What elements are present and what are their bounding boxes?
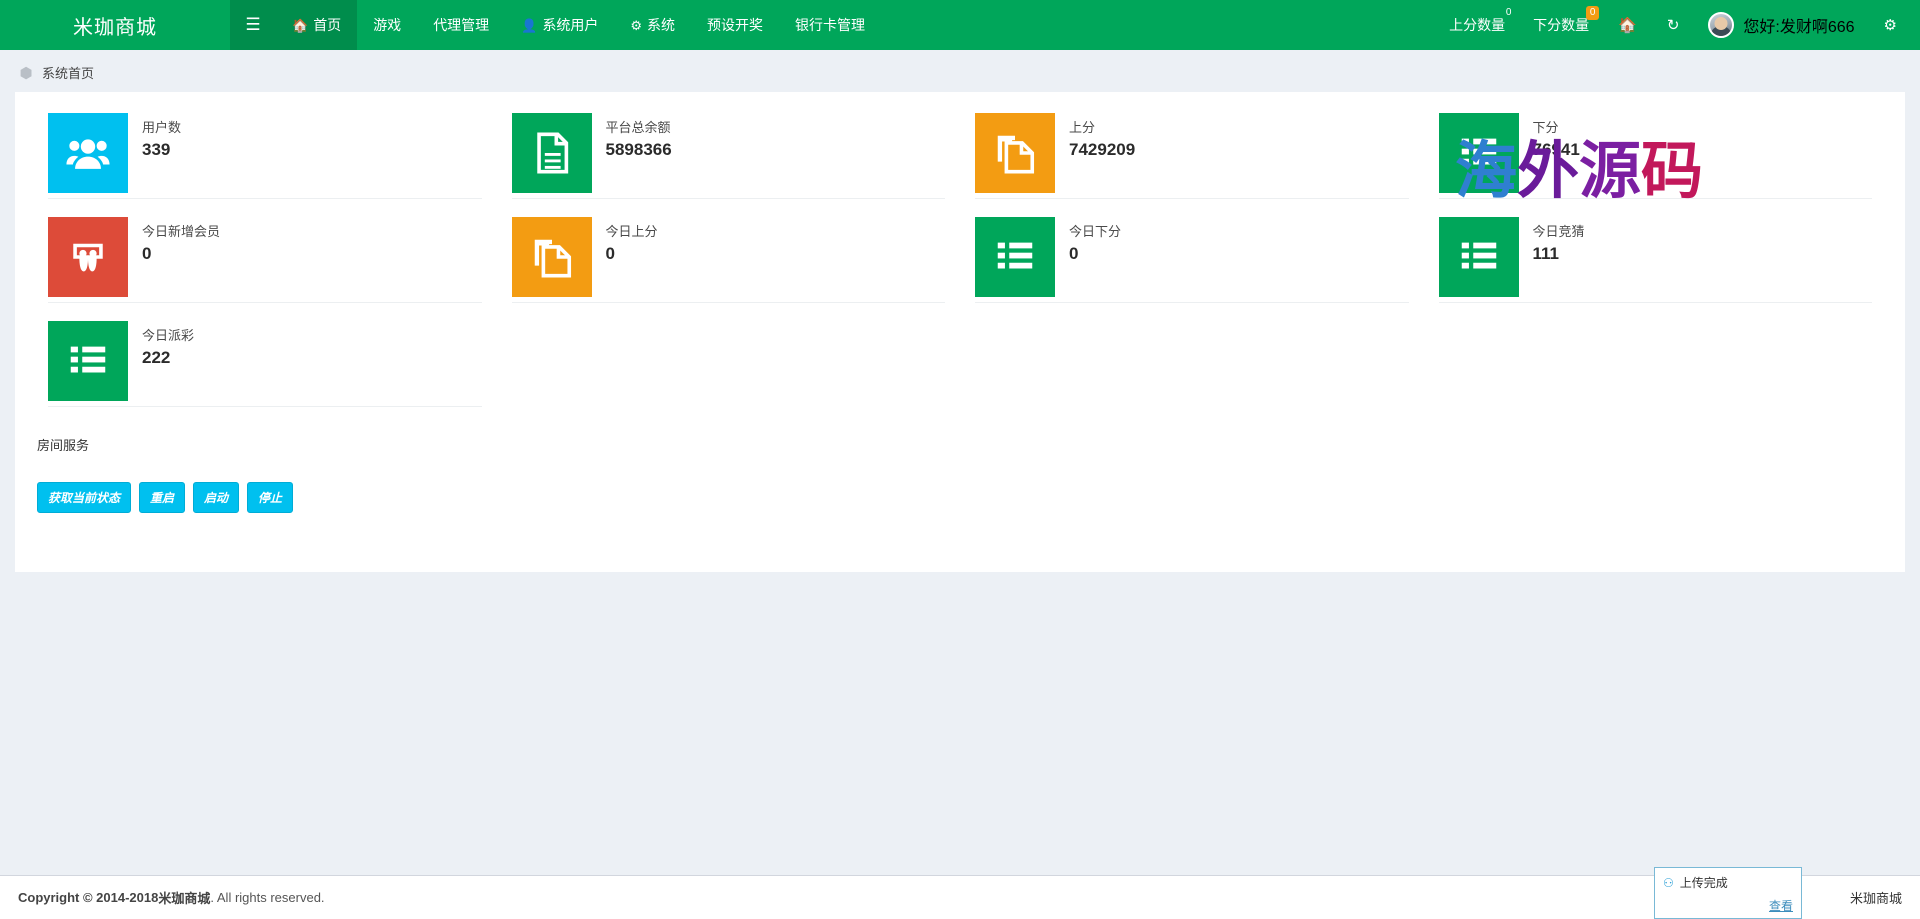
stat-card-platform-balance[interactable]: 平台总余额 5898366 [497,113,961,217]
nav-item-agent-management-label: 代理管理 [433,17,490,33]
stop-button[interactable]: 停止 [247,482,294,513]
gear-icon: ⚙ [630,17,643,33]
nav-item-games[interactable]: 游戏 [357,0,417,50]
files-icon [975,113,1055,193]
list-icon [975,217,1055,297]
nav-item-system-users[interactable]: 👤 系统用户 [505,0,614,50]
stat-card-users-title: 用户数 [142,120,182,135]
footer-rights: . All rights reserved. [210,890,325,905]
upload-toast[interactable]: ⚇ 上传完成 查看 [1654,867,1802,919]
stat-card-down-points-today-value: 0 [1069,244,1079,263]
up-count-badge: 0 [1502,6,1516,20]
main-nav: 🏠 首页 游戏 代理管理 👤 系统用户 ⚙ 系统 预设开奖 银行卡管理 [276,0,881,50]
content-wrapper: ⬢ 系统首页 用户数 339 平台总余额 5898366 上分 7429209 … [0,50,1920,572]
navbar-right: 上分数量 0 下分数量 0 🏠 ↻ 您好:发财啊666 ⚙ [1435,0,1920,50]
room-service-buttons: 获取当前状态 重启 启动 停止 [33,454,1887,513]
upload-toast-view-link[interactable]: 查看 [1663,897,1793,914]
dashboard-panel: 用户数 339 平台总余额 5898366 上分 7429209 下分 7694… [15,92,1905,572]
restart-button[interactable]: 重启 [139,482,186,513]
stat-card-down-points-title: 下分 [1532,120,1559,135]
nav-item-preset-draw-label: 预设开奖 [707,17,764,33]
breadcrumb: ⬢ 系统首页 [0,50,1920,92]
page-title: 系统首页 [42,66,95,81]
list-icon [1438,113,1519,193]
navbar-refresh-button[interactable]: ↻ [1652,0,1695,50]
nav-item-system-users-label: 系统用户 [542,17,599,33]
files-icon [511,217,592,297]
stat-cards-grid: 用户数 339 平台总余额 5898366 上分 7429209 下分 7694… [33,113,1887,425]
stat-card-up-points-today-title: 今日上分 [605,224,658,239]
user-icon: 👤 [521,17,538,33]
stat-card-users[interactable]: 用户数 339 [33,113,497,217]
nav-item-home-label: 首页 [313,17,342,33]
gears-icon: ⚙ [1883,17,1897,34]
stat-card-bets-today-value: 111 [1532,244,1560,263]
home-icon: 🏠 [1618,17,1637,34]
stat-card-users-value: 339 [142,140,171,159]
stat-card-down-points-today-title: 今日下分 [1069,224,1122,239]
stat-card-down-points-today[interactable]: 今日下分 0 [960,217,1424,321]
down-count-label: 下分数量 [1533,17,1590,33]
stat-card-payout-today-value: 222 [142,348,171,367]
upload-toast-message: 上传完成 [1679,876,1728,890]
sidebar-toggle-button[interactable]: ☰ [230,0,276,50]
stat-card-new-members-today[interactable]: 今日新增会员 0 [33,217,497,321]
up-count-label: 上分数量 [1449,17,1506,33]
user-menu[interactable]: 您好:发财啊666 [1694,0,1868,50]
stat-card-new-members-today-value: 0 [142,244,152,263]
stat-card-payout-today-title: 今日派彩 [142,328,195,343]
user-greeting: 您好:发财啊666 [1743,19,1855,36]
stat-card-bets-today-title: 今日竞猜 [1532,224,1585,239]
down-count-item[interactable]: 下分数量 0 [1519,0,1603,50]
footer-copyright: Copyright © 2014-2018 [18,890,159,905]
footer-company: 米珈商城 [158,891,211,906]
stat-card-up-points-value: 7429209 [1069,140,1136,159]
refresh-icon: ↻ [1666,17,1680,34]
upload-done-icon: ⚇ [1663,875,1674,890]
users-icon [48,113,128,193]
brand-logo-text: 米珈商城 [73,16,157,39]
navbar-settings-button[interactable]: ⚙ [1869,0,1912,50]
down-count-badge: 0 [1586,6,1600,20]
list-icon [48,321,128,401]
stat-card-platform-balance-value: 5898366 [605,140,672,159]
stat-card-platform-balance-title: 平台总余额 [605,120,671,135]
nav-item-bank-card-management-label: 银行卡管理 [795,17,866,33]
stat-card-bets-today[interactable]: 今日竞猜 111 [1424,217,1888,321]
avatar [1708,12,1735,38]
stat-card-new-members-today-title: 今日新增会员 [142,224,221,239]
top-navbar: 米珈商城 ☰ 🏠 首页 游戏 代理管理 👤 系统用户 ⚙ 系统 预设开奖 银行卡… [0,0,1920,50]
stat-card-down-points[interactable]: 下分 76941 [1424,113,1888,217]
up-count-item[interactable]: 上分数量 0 [1435,0,1519,50]
dashboard-icon: ⬢ [19,64,33,82]
hamburger-icon: ☰ [245,15,261,34]
stat-card-up-points-today[interactable]: 今日上分 0 [497,217,961,321]
get-current-status-button[interactable]: 获取当前状态 [37,482,132,513]
stat-card-up-points[interactable]: 上分 7429209 [960,113,1424,217]
nav-item-bank-card-management[interactable]: 银行卡管理 [779,0,881,50]
brand-logo[interactable]: 米珈商城 [0,0,230,50]
stat-card-payout-today[interactable]: 今日派彩 222 [33,321,497,425]
file-text-icon [511,113,592,193]
footer-brand: 米珈商城 [1849,891,1902,906]
nav-item-system-label: 系统 [647,17,676,33]
stat-card-up-points-title: 上分 [1069,120,1096,135]
nav-item-agent-management[interactable]: 代理管理 [417,0,505,50]
room-service-label: 房间服务 [37,438,90,453]
stat-card-down-points-value: 76941 [1532,140,1580,159]
stat-card-up-points-today-value: 0 [605,244,615,263]
footer: Copyright © 2014-2018 米珈商城. All rights r… [0,875,1920,919]
nav-item-system[interactable]: ⚙ 系统 [614,0,691,50]
nav-item-home[interactable]: 🏠 首页 [276,0,358,50]
nav-item-preset-draw[interactable]: 预设开奖 [691,0,779,50]
user-plus-icon [48,217,128,297]
list-icon [1438,217,1519,297]
home-icon: 🏠 [292,17,309,33]
nav-item-games-label: 游戏 [373,17,402,33]
start-button[interactable]: 启动 [193,482,240,513]
navbar-home-button[interactable]: 🏠 [1603,0,1652,50]
